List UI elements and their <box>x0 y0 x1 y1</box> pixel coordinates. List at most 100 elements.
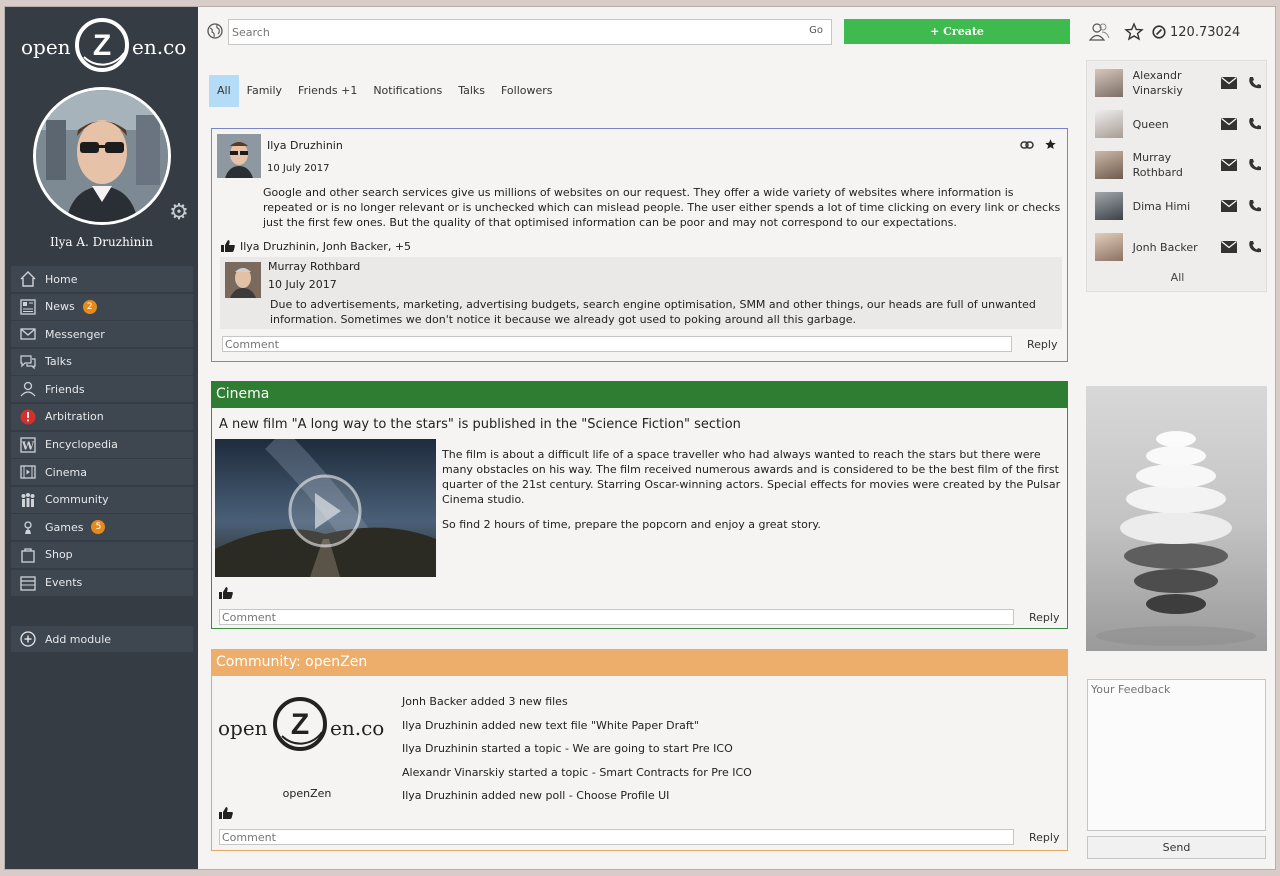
home-icon <box>17 269 39 289</box>
contact-avatar[interactable] <box>1095 110 1123 138</box>
comment-input[interactable] <box>219 609 1014 625</box>
thumbs-up-icon[interactable] <box>220 239 236 253</box>
tab-friends[interactable]: Friends +1 <box>290 75 365 107</box>
comment-input[interactable] <box>222 336 1012 352</box>
contact-avatar[interactable] <box>1095 192 1123 220</box>
video-thumbnail[interactable] <box>215 439 436 577</box>
star-icon[interactable] <box>1124 22 1144 42</box>
community-logo-right: en.co <box>330 716 385 740</box>
contact-name[interactable]: Jonh Backer <box>1133 240 1214 255</box>
mail-icon[interactable] <box>1220 159 1240 171</box>
reply-author-name[interactable]: Murray Rothbard <box>268 260 360 273</box>
tab-talks[interactable]: Talks <box>450 75 493 107</box>
contact-item[interactable]: Dima Himi <box>1095 189 1265 223</box>
sidebar-item-events[interactable]: Events <box>11 569 193 596</box>
app-window: open Z en.co ⚙ Ilya A. Druzhinin Home Ne… <box>4 6 1276 870</box>
cinema-card: A new film "A long way to the stars" is … <box>211 408 1068 629</box>
mail-icon[interactable] <box>1220 241 1240 253</box>
activity-item[interactable]: Jonh Backer added 3 new files <box>402 690 752 714</box>
sidebar-item-talks[interactable]: Talks <box>11 348 193 375</box>
comment-row: Reply <box>222 336 1057 352</box>
contact-item[interactable]: Murray Rothbard <box>1095 148 1265 182</box>
talks-icon <box>17 352 39 372</box>
contact-name[interactable]: Queen <box>1133 117 1214 132</box>
contact-avatar[interactable] <box>1095 69 1123 97</box>
contact-item[interactable]: Alexandr Vinarskiy <box>1095 66 1265 100</box>
contact-name[interactable]: Dima Himi <box>1133 199 1214 214</box>
profile-avatar[interactable] <box>33 87 171 225</box>
reply-button[interactable]: Reply <box>1029 831 1059 844</box>
phone-icon[interactable] <box>1245 158 1265 172</box>
phone-icon[interactable] <box>1245 117 1265 131</box>
sidebar-item-cinema[interactable]: Cinema <box>11 459 193 486</box>
comment-row: Reply <box>219 829 1059 845</box>
sidebar-item-home[interactable]: Home <box>11 266 193 292</box>
phone-icon[interactable] <box>1245 76 1265 90</box>
settings-gear-icon[interactable]: ⚙ <box>168 202 190 224</box>
favorite-star-icon[interactable] <box>1044 138 1057 154</box>
community-header[interactable]: Community: openZen <box>211 649 1068 676</box>
tab-notifications[interactable]: Notifications <box>365 75 450 107</box>
sidebar-item-label: News <box>45 300 75 314</box>
community-activity: Jonh Backer added 3 new files Ilya Druzh… <box>402 690 752 808</box>
contact-item[interactable]: Queen <box>1095 107 1265 141</box>
sidebar-item-arbitration[interactable]: Arbitration <box>11 403 193 430</box>
activity-item[interactable]: Alexandr Vinarskiy started a topic - Sma… <box>402 761 752 785</box>
sidebar-item-encyclopedia[interactable]: W Encyclopedia <box>11 431 193 458</box>
search-go-button[interactable]: Go <box>809 25 823 36</box>
send-feedback-button[interactable]: Send <box>1087 836 1266 859</box>
cinema-title[interactable]: A new film "A long way to the stars" is … <box>219 417 741 432</box>
feedback-textarea[interactable] <box>1087 679 1266 831</box>
sidebar-item-shop[interactable]: Shop <box>11 541 193 568</box>
activity-item[interactable]: Ilya Druzhinin added new text file "Whit… <box>402 714 752 738</box>
logo[interactable]: open Z en.co <box>17 13 187 73</box>
contact-name[interactable]: Alexandr Vinarskiy <box>1133 68 1214 98</box>
mail-icon[interactable] <box>1220 118 1240 130</box>
reply-button[interactable]: Reply <box>1029 611 1059 624</box>
post-author-avatar[interactable] <box>217 134 261 178</box>
news-icon <box>17 297 39 317</box>
sidebar-item-label: Games <box>45 520 84 534</box>
sidebar-item-community[interactable]: Community <box>11 486 193 513</box>
tab-all[interactable]: All <box>209 75 239 107</box>
tab-followers[interactable]: Followers <box>493 75 561 107</box>
mail-icon[interactable] <box>1220 77 1240 89</box>
contact-item[interactable]: Jonh Backer <box>1095 230 1265 264</box>
sidebar-item-label: Friends <box>45 382 85 396</box>
contacts-all-link[interactable]: All <box>1087 271 1268 284</box>
community-logo-left: open <box>218 716 268 740</box>
community-logo[interactable]: open Z en.co <box>218 690 398 751</box>
phone-icon[interactable] <box>1245 240 1265 254</box>
sidebar-item-news[interactable]: News 2 <box>11 293 193 320</box>
sidebar-item-messenger[interactable]: Messenger <box>11 321 193 348</box>
activity-item[interactable]: Ilya Druzhinin added new poll - Choose P… <box>402 784 752 808</box>
thumbs-up-icon[interactable] <box>218 586 234 603</box>
community-card: open Z en.co openZen Jonh Backer added 3… <box>211 676 1068 851</box>
create-button[interactable]: + Create <box>844 19 1070 44</box>
activity-item[interactable]: Ilya Druzhinin started a topic - We are … <box>402 737 752 761</box>
add-module-button[interactable]: Add module <box>11 626 193 652</box>
post-likes: Ilya Druzhinin, Jonh Backer, +5 <box>220 239 411 253</box>
sidebar-item-friends[interactable]: Friends <box>11 376 193 403</box>
contact-avatar[interactable] <box>1095 233 1123 261</box>
search-input[interactable] <box>229 20 789 44</box>
likes-names[interactable]: Ilya Druzhinin, Jonh Backer, +5 <box>240 240 411 253</box>
reply-button[interactable]: Reply <box>1027 338 1057 351</box>
comment-input[interactable] <box>219 829 1014 845</box>
tab-family[interactable]: Family <box>239 75 290 107</box>
sidebar-item-games[interactable]: Games 5 <box>11 514 193 541</box>
post-author-name[interactable]: Ilya Druzhinin <box>267 139 343 152</box>
logo-text-right: en.co <box>132 35 187 59</box>
thumbs-up-icon[interactable] <box>218 806 234 823</box>
cinema-header[interactable]: Cinema <box>211 381 1068 408</box>
contact-avatar[interactable] <box>1095 151 1123 179</box>
link-icon[interactable] <box>1020 139 1034 154</box>
reply-author-avatar[interactable] <box>225 262 261 298</box>
logo-z-letter: Z <box>93 29 111 62</box>
globe-icon[interactable] <box>207 23 223 39</box>
mail-icon[interactable] <box>1220 200 1240 212</box>
phone-icon[interactable] <box>1245 199 1265 213</box>
contact-name[interactable]: Murray Rothbard <box>1133 150 1214 180</box>
contacts-icon[interactable] <box>1088 22 1110 42</box>
svg-text:W: W <box>21 439 35 452</box>
